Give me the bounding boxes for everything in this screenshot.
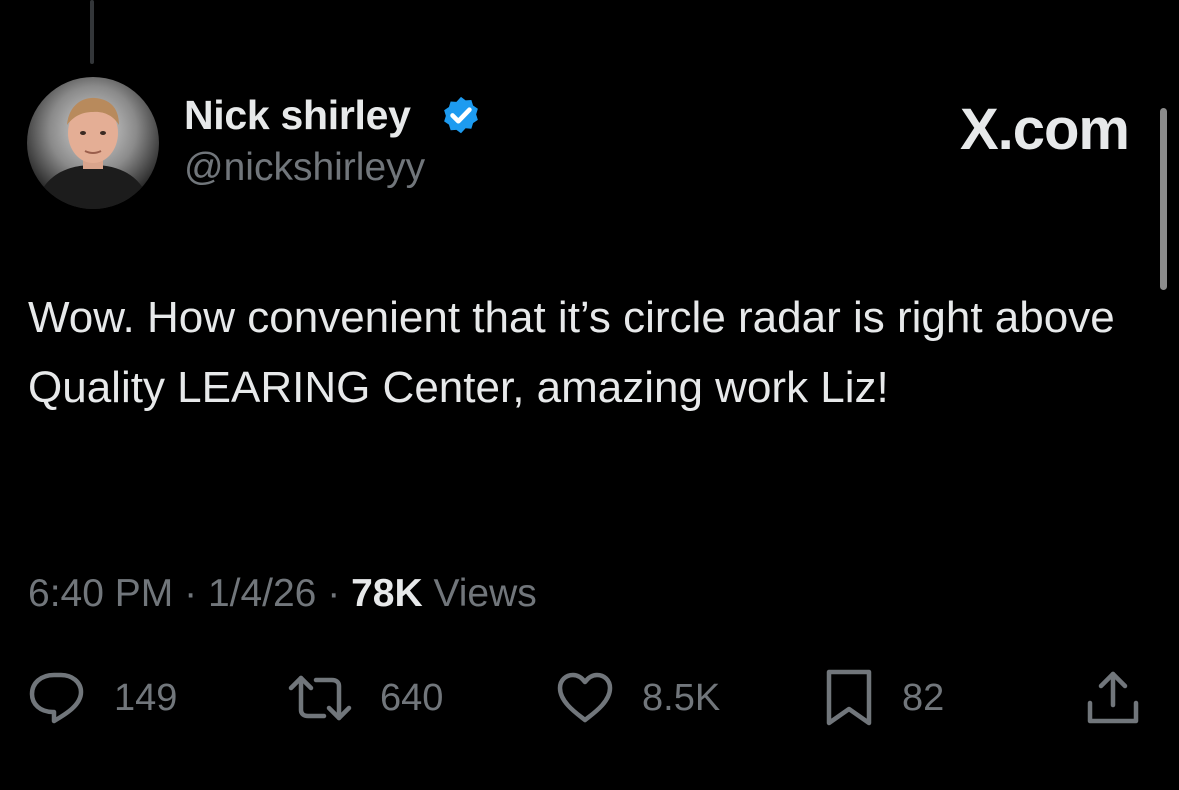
separator: · xyxy=(327,572,341,615)
bookmark-icon xyxy=(826,669,872,726)
tweet-date[interactable]: 1/4/26 xyxy=(208,572,316,615)
reply-count: 149 xyxy=(114,676,178,719)
like-count: 8.5K xyxy=(642,676,721,719)
repost-button[interactable]: 640 xyxy=(288,660,443,736)
scrollbar[interactable] xyxy=(1160,108,1167,290)
like-button[interactable]: 8.5K xyxy=(556,660,720,736)
tweet-metadata: 6:40 PM · 1/4/26 · 78K Views xyxy=(28,572,537,616)
author-handle[interactable]: @nickshirleyy xyxy=(184,146,425,190)
verified-badge-icon xyxy=(444,96,478,134)
separator: · xyxy=(184,572,198,615)
site-logo: X.com xyxy=(959,97,1130,162)
action-bar: 149 640 8.5K 82 xyxy=(0,660,1179,736)
repost-arrows-icon xyxy=(288,675,352,721)
views-count[interactable]: 78K xyxy=(351,572,423,615)
share-upload-icon xyxy=(1087,671,1139,724)
reply-button[interactable]: 149 xyxy=(28,660,177,736)
reply-bubble-icon xyxy=(29,672,84,724)
heart-icon xyxy=(557,672,613,723)
thread-connector-line xyxy=(90,0,94,64)
views-label: Views xyxy=(433,572,537,615)
bookmark-count: 82 xyxy=(902,676,945,719)
repost-count: 640 xyxy=(380,676,444,719)
avatar-image xyxy=(27,77,159,209)
bookmark-button[interactable]: 82 xyxy=(824,660,944,736)
tweet-text: Wow. How convenient that it’s circle rad… xyxy=(28,293,1127,412)
author-name[interactable]: Nick shirley xyxy=(184,92,411,139)
avatar[interactable] xyxy=(27,77,159,209)
share-button[interactable] xyxy=(1085,660,1141,736)
tweet-time[interactable]: 6:40 PM xyxy=(28,572,173,615)
